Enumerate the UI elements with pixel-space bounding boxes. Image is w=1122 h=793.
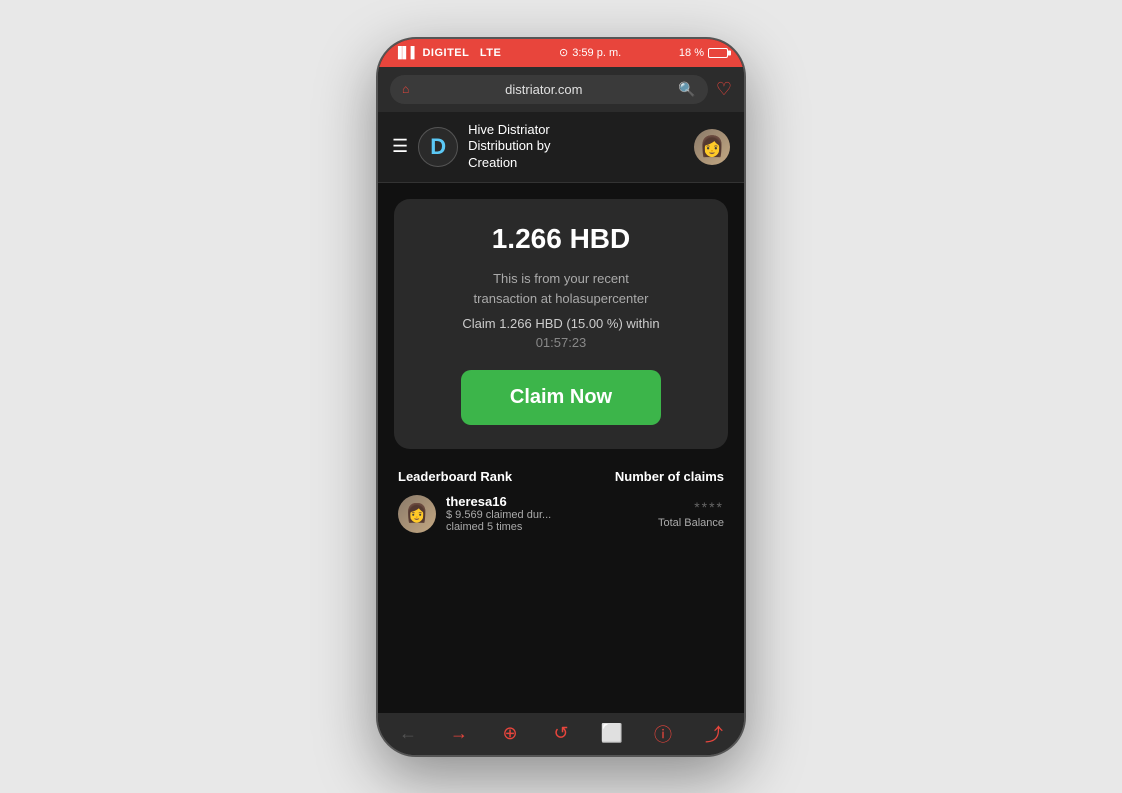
- signal-icon: ▐▌▌: [394, 47, 419, 59]
- battery-percent: 18 %: [679, 47, 704, 59]
- lb-claimed-times: claimed 5 times: [446, 521, 648, 533]
- logo-letter: D: [430, 134, 446, 160]
- phone-frame: ▐▌▌ DIGITEL LTE ⊙ 3:59 p. m. 18 % ⌂ dist…: [376, 37, 746, 757]
- url-bar[interactable]: ⌂ distriator.com 🔍: [390, 75, 708, 104]
- battery-info: 18 %: [679, 47, 728, 59]
- add-tab-button[interactable]: ⊕: [494, 723, 526, 744]
- desc-line2: transaction at holasupercenter: [474, 291, 649, 306]
- app-header: ☰ D Hive DistriatorDistribution byCreati…: [378, 112, 744, 184]
- leaderboard-header: Leaderboard Rank Number of claims: [398, 469, 724, 484]
- lb-username: theresa16: [446, 494, 648, 509]
- hamburger-menu-icon[interactable]: ☰: [392, 136, 408, 157]
- claim-card: 1.266 HBD This is from your recent trans…: [394, 199, 728, 449]
- app-title-text: Hive DistriatorDistribution byCreation: [468, 122, 550, 171]
- lb-balance-label: Total Balance: [658, 517, 724, 529]
- transaction-description: This is from your recent transaction at …: [414, 269, 708, 308]
- url-bar-container: ⌂ distriator.com 🔍 ♡: [378, 67, 744, 112]
- clock-icon: ⊙: [559, 46, 568, 59]
- share-button[interactable]: ⤴: [698, 721, 730, 747]
- carrier-name: DIGITEL: [422, 47, 469, 59]
- lb-amount: $ 9.569 claimed dur...: [446, 509, 648, 521]
- url-search-icon[interactable]: 🔍: [678, 81, 695, 98]
- lb-user-avatar: 👩: [398, 495, 436, 533]
- status-time: ⊙ 3:59 p. m.: [559, 46, 621, 59]
- claim-detail-text: Claim 1.266 HBD (15.00 %) within: [414, 316, 708, 331]
- number-of-claims-title: Number of claims: [615, 469, 724, 484]
- back-button[interactable]: ←: [392, 723, 424, 744]
- claim-timer: 01:57:23: [414, 335, 708, 350]
- carrier-info: ▐▌▌ DIGITEL LTE: [394, 47, 501, 59]
- info-button[interactable]: ⓘ: [647, 721, 679, 747]
- home-icon: ⌂: [402, 82, 409, 96]
- app-title: Hive DistriatorDistribution byCreation: [468, 122, 684, 173]
- network-type: LTE: [480, 47, 501, 59]
- forward-button[interactable]: →: [443, 723, 475, 744]
- lb-right-column: **** Total Balance: [658, 499, 724, 529]
- leaderboard-rank-title: Leaderboard Rank: [398, 469, 512, 484]
- browser-bottom-nav: ← → ⊕ ↺ ⬜ ⓘ ⤴: [378, 713, 744, 755]
- bookmark-icon[interactable]: ♡: [716, 79, 732, 100]
- main-content: 1.266 HBD This is from your recent trans…: [378, 183, 744, 712]
- time-display: 3:59 p. m.: [572, 47, 621, 59]
- user-avatar[interactable]: 👩: [694, 129, 730, 165]
- lb-stars: ****: [658, 499, 724, 515]
- app-logo: D: [418, 127, 458, 167]
- leaderboard-section: Leaderboard Rank Number of claims 👩 ther…: [394, 469, 728, 533]
- leaderboard-row: 👩 theresa16 $ 9.569 claimed dur... claim…: [398, 494, 724, 533]
- refresh-button[interactable]: ↺: [545, 723, 577, 744]
- lb-user-info: theresa16 $ 9.569 claimed dur... claimed…: [446, 494, 648, 533]
- tablet-view-button[interactable]: ⬜: [596, 723, 628, 744]
- hbd-amount: 1.266 HBD: [414, 223, 708, 255]
- desc-line1: This is from your recent: [493, 271, 629, 286]
- status-bar: ▐▌▌ DIGITEL LTE ⊙ 3:59 p. m. 18 %: [378, 39, 744, 67]
- url-text: distriator.com: [415, 82, 672, 97]
- claim-now-button[interactable]: Claim Now: [461, 370, 661, 425]
- battery-icon: [708, 48, 728, 58]
